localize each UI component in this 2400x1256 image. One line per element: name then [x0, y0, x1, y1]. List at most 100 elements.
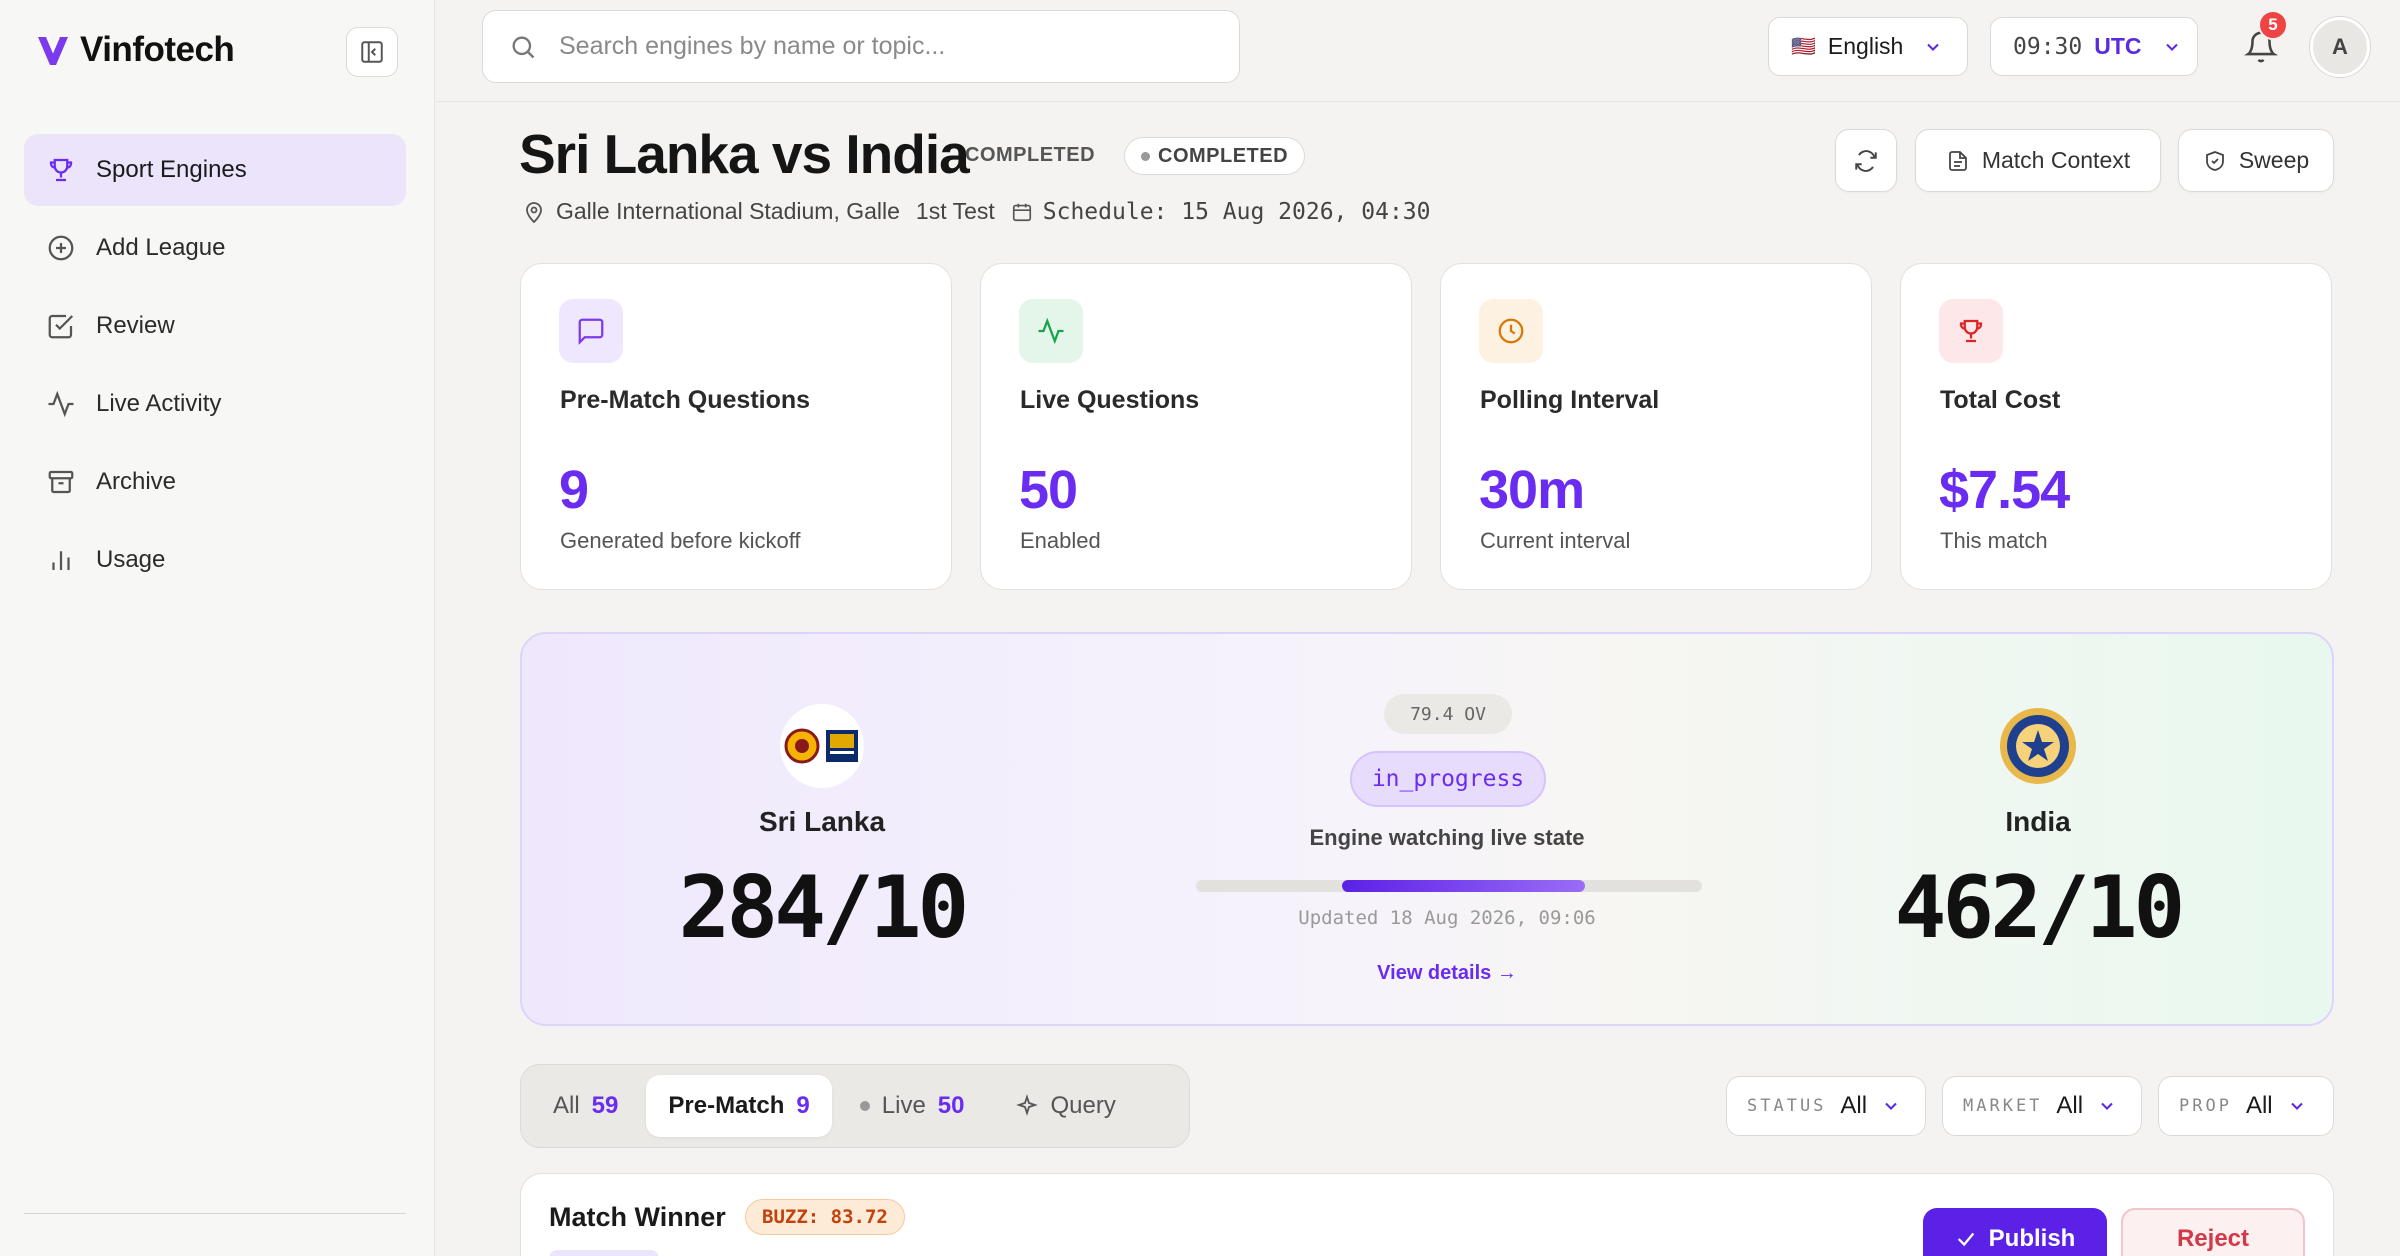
stat-card-cost: Total Cost $7.54 This match — [1900, 263, 2332, 590]
prop-filter[interactable]: PROP All — [2158, 1076, 2334, 1136]
archive-icon — [48, 470, 74, 494]
stat-label: Pre-Match Questions — [560, 386, 811, 414]
bar-chart-icon — [52, 551, 70, 570]
question-card: Match Winner BUZZ: 83.72 Publish Reject — [520, 1173, 2334, 1256]
chevron-down-icon — [1927, 43, 1940, 51]
sidebar-item-review[interactable]: Review — [24, 290, 406, 362]
tab-live[interactable]: Live 50 — [838, 1075, 987, 1137]
tab-label: Live — [881, 1092, 926, 1119]
engine-state-text: Engine watching live state — [1309, 825, 1585, 850]
tab-count: 9 — [796, 1092, 810, 1119]
sidebar-item-label: Live Activity — [96, 390, 222, 417]
publish-button[interactable]: Publish — [1923, 1208, 2107, 1256]
chevron-down-icon — [2101, 1102, 2113, 1110]
question-tabs: All 59 Pre-Match 9 Live 50 Query — [520, 1064, 1190, 1148]
us-flag-icon: 🇺🇸 — [1791, 36, 1816, 58]
question-title: Match Winner — [549, 1202, 726, 1232]
check-square-icon — [48, 314, 74, 339]
stat-subtext: This match — [1940, 528, 2048, 553]
tab-label: All — [553, 1092, 580, 1119]
question-tag — [549, 1250, 659, 1256]
market-filter[interactable]: MARKET All — [1942, 1076, 2142, 1136]
tab-pre-match[interactable]: Pre-Match 9 — [646, 1075, 832, 1137]
trophy-icon — [1959, 319, 1983, 343]
stat-card-polling: Polling Interval 30m Current interval — [1440, 263, 1872, 590]
search-input[interactable] — [559, 32, 1199, 61]
match-status-label: COMPLETED — [965, 144, 1096, 166]
avatar[interactable]: A — [2310, 17, 2370, 77]
notification-badge: 5 — [2258, 10, 2288, 40]
timezone-select[interactable]: 09:30 UTC — [1990, 17, 2198, 76]
message-square-icon — [578, 318, 604, 345]
view-details-link[interactable]: View details → — [1312, 962, 1582, 985]
vinfotech-logo-icon — [38, 36, 68, 65]
chevron-down-icon — [1885, 1102, 1897, 1110]
shield-icon — [2205, 150, 2224, 171]
match-context-label: Match Context — [1981, 147, 2131, 173]
sidebar-item-label: Sport Engines — [96, 156, 247, 183]
away-team-name: India — [2005, 806, 2071, 837]
progress-track — [1196, 880, 1702, 892]
activity-icon — [1038, 317, 1064, 345]
status-badge: COMPLETED — [1124, 137, 1306, 175]
refresh-button[interactable] — [1835, 129, 1897, 192]
language-value: English — [1827, 33, 1904, 59]
sidebar-item-add-league[interactable]: Add League — [24, 212, 406, 284]
stat-value: $7.54 — [1939, 460, 2070, 520]
sidebar-item-usage[interactable]: Usage — [24, 524, 406, 596]
scoreboard: Sri Lanka 284/10 79.4 OV in_progress Eng… — [520, 632, 2334, 1026]
home-team-name: Sri Lanka — [758, 806, 886, 837]
stat-label: Polling Interval — [1480, 386, 1660, 414]
topbar: 🇺🇸 English 09:30 UTC 5 A — [436, 0, 2400, 102]
language-select[interactable]: 🇺🇸 English — [1768, 17, 1968, 76]
filter-value: All — [2056, 1092, 2084, 1119]
chevron-down-icon — [2165, 43, 2178, 51]
buzz-score-badge: BUZZ: 83.72 — [745, 1199, 905, 1235]
stat-label: Total Cost — [1940, 386, 2061, 414]
status-dot — [1141, 151, 1150, 161]
stat-label: Live Questions — [1020, 386, 1200, 414]
home-team-score: 284/10 — [678, 858, 970, 958]
stat-icon-box — [1939, 299, 2003, 363]
panel-left-icon — [361, 41, 383, 63]
tab-label: Query — [1050, 1092, 1116, 1119]
collapse-sidebar-button[interactable] — [346, 27, 398, 77]
sidebar-item-live-activity[interactable]: Live Activity — [24, 368, 406, 440]
match-type-text: 1st Test — [915, 198, 995, 224]
stat-icon-box — [1479, 299, 1543, 363]
schedule-text: Schedule: 15 Aug 2026, 04:30 — [1042, 198, 1431, 225]
timezone-value: UTC — [2094, 33, 2142, 59]
stat-value: 9 — [559, 460, 589, 520]
bcci-logo — [1996, 704, 2080, 788]
reject-label: Reject — [2176, 1225, 2250, 1252]
stat-value: 50 — [1019, 460, 1078, 520]
progress-fill — [1342, 880, 1585, 892]
overs-badge: 79.4 OV — [1384, 694, 1512, 734]
sidebar-item-sport-engines[interactable]: Sport Engines — [24, 134, 406, 206]
tab-all[interactable]: All 59 — [531, 1075, 640, 1137]
chevron-down-icon — [2290, 1102, 2303, 1110]
sparkle-icon — [1015, 1094, 1038, 1116]
tab-label: Pre-Match — [668, 1092, 785, 1119]
filter-label: PROP — [2179, 1096, 2232, 1116]
reject-button[interactable]: Reject — [2121, 1208, 2305, 1256]
search-box[interactable] — [482, 10, 1240, 83]
tab-query[interactable]: Query — [993, 1075, 1138, 1137]
sidebar-item-label: Add League — [96, 234, 226, 261]
match-meta: Galle International Stadium, Galle 1st T… — [522, 198, 1431, 225]
brand-name: Vinfotech — [80, 30, 235, 69]
stat-subtext: Current interval — [1480, 528, 1631, 553]
sweep-button[interactable]: Sweep — [2178, 129, 2334, 192]
sidebar-item-label: Archive — [96, 468, 177, 495]
status-filter[interactable]: STATUS All — [1726, 1076, 1926, 1136]
tab-count: 50 — [937, 1092, 965, 1119]
match-context-button[interactable]: Match Context — [1915, 129, 2161, 192]
trophy-icon — [49, 158, 73, 182]
sidebar-nav: Sport Engines Add League Review Live Act… — [24, 134, 406, 602]
venue-text: Galle International Stadium, Galle — [556, 198, 900, 224]
sidebar-item-archive[interactable]: Archive — [24, 446, 406, 518]
engine-state-badge: in_progress — [1350, 751, 1546, 807]
time-value: 09:30 — [2013, 33, 2083, 60]
brand-logo[interactable]: Vinfotech — [36, 30, 235, 70]
refresh-icon — [1855, 149, 1877, 172]
